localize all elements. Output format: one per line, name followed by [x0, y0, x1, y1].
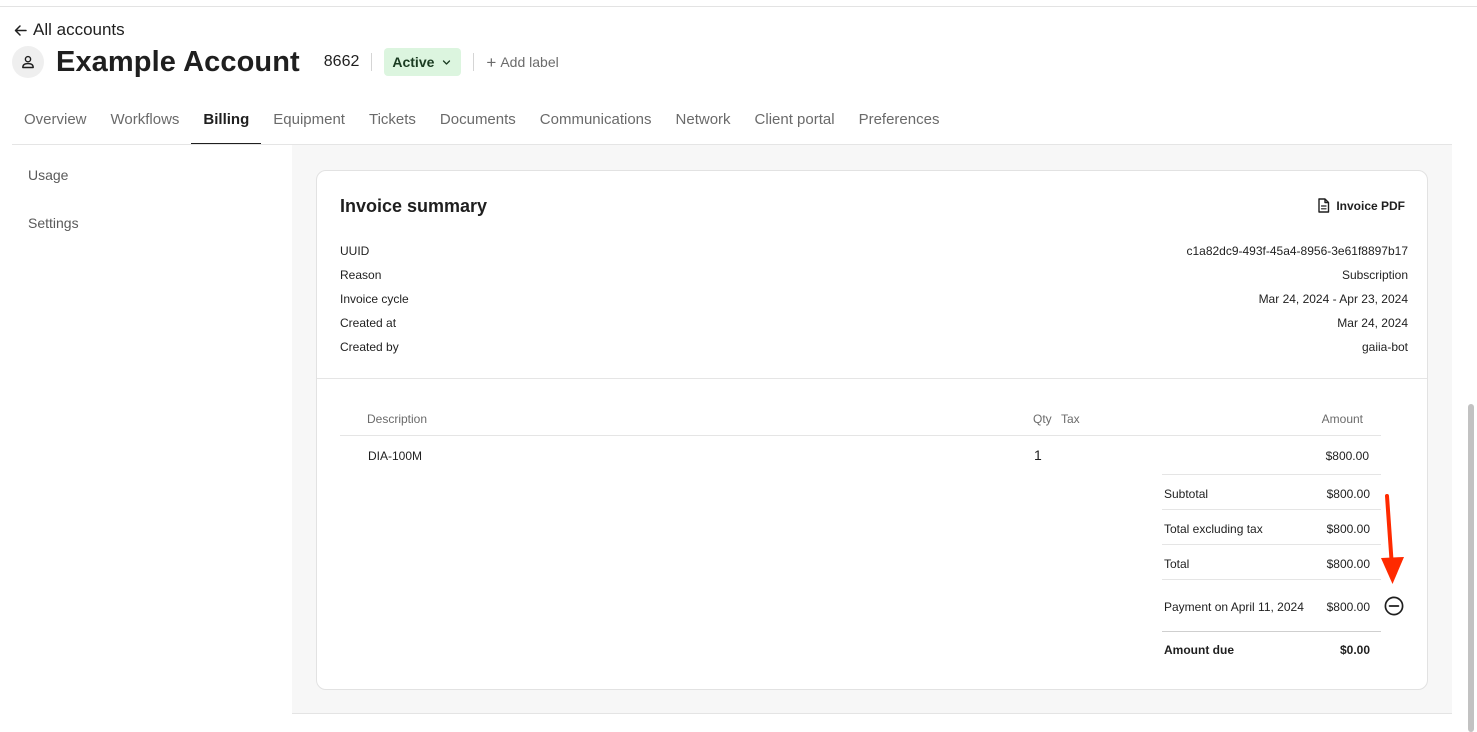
arrow-left-icon — [14, 24, 27, 36]
payment-value: $800.00 — [1326, 600, 1370, 614]
tab-client-portal[interactable]: Client portal — [743, 100, 847, 145]
column-header-qty: Qty — [1033, 412, 1052, 426]
meta-value: c1a82dc9-493f-45a4-8956-3e61f8897b17 — [1186, 244, 1408, 258]
meta-value: gaiia-bot — [1361, 340, 1408, 354]
total-label: Total — [1164, 557, 1190, 571]
column-header-tax: Tax — [1061, 412, 1080, 426]
invoice-meta: UUID c1a82dc9-493f-45a4-8956-3e61f8897b1… — [340, 239, 1408, 359]
account-id: 8662 — [323, 53, 360, 70]
back-to-accounts-link[interactable]: All accounts — [14, 20, 125, 40]
total-row: Total $800.00 — [1162, 544, 1381, 579]
tab-workflows[interactable]: Workflows — [99, 100, 192, 145]
chevron-down-icon — [443, 59, 451, 65]
invoice-pdf-button[interactable]: Invoice PDF — [1317, 198, 1405, 213]
invoice-pdf-label: Invoice PDF — [1336, 198, 1405, 213]
add-label-text: Add label — [500, 54, 559, 70]
tab-tickets[interactable]: Tickets — [357, 100, 428, 145]
account-header: Example Account 8662 Active + Add label — [12, 44, 559, 80]
account-tabs: Overview Workflows Billing Equipment Tic… — [12, 100, 951, 145]
add-label-button[interactable]: + Add label — [486, 54, 558, 71]
annotation-arrow-icon — [1381, 494, 1404, 584]
meta-value: Mar 24, 2024 — [1337, 316, 1408, 330]
meta-label: Created at — [340, 316, 397, 330]
scrollbar[interactable] — [1468, 404, 1474, 732]
invoice-totals: Subtotal $800.00 Total excluding tax $80… — [1162, 474, 1381, 666]
header-divider — [371, 53, 373, 71]
amount-due-label: Amount due — [1164, 643, 1234, 657]
status-label: Active — [392, 54, 435, 70]
subtotal-value: $800.00 — [1326, 487, 1370, 501]
total-value: $800.00 — [1326, 557, 1370, 571]
tab-billing[interactable]: Billing — [191, 100, 262, 145]
minus-circle-icon[interactable] — [1384, 596, 1404, 616]
subtotal-row: Subtotal $800.00 — [1162, 474, 1381, 509]
meta-value: Subscription — [1341, 268, 1408, 282]
avatar — [12, 46, 44, 78]
meta-row-created-by: Created by gaiia-bot — [340, 335, 1408, 359]
table-row: DIA-100M 1 $800.00 — [340, 436, 1381, 474]
sidebar-item-settings[interactable]: Settings — [12, 193, 292, 241]
tab-preferences[interactable]: Preferences — [847, 100, 952, 145]
amount-due-row: Amount due $0.00 — [1162, 631, 1381, 666]
meta-label: Created by — [340, 340, 399, 354]
status-dropdown[interactable]: Active — [384, 48, 462, 76]
sidebar-item-usage[interactable]: Usage — [12, 145, 292, 193]
column-header-amount: Amount — [1321, 412, 1363, 426]
back-link-label: All accounts — [33, 20, 125, 39]
total-excluding-tax-label: Total excluding tax — [1164, 522, 1263, 536]
card-divider — [317, 378, 1427, 379]
line-items-header: Description Qty Tax Amount — [340, 404, 1381, 436]
meta-label: Reason — [340, 268, 382, 282]
payment-row: Payment on April 11, 2024 $800.00 — [1162, 579, 1381, 631]
invoice-summary-card: Invoice summary Invoice PDF UUID c1a82dc… — [316, 170, 1428, 690]
amount-due-value: $0.00 — [1339, 643, 1370, 657]
billing-content: Invoice summary Invoice PDF UUID c1a82dc… — [292, 145, 1452, 714]
tab-documents[interactable]: Documents — [428, 100, 528, 145]
meta-row-reason: Reason Subscription — [340, 263, 1408, 287]
top-divider — [0, 6, 1477, 7]
meta-row-uuid: UUID c1a82dc9-493f-45a4-8956-3e61f8897b1… — [340, 239, 1408, 263]
person-icon — [22, 55, 34, 69]
tab-overview[interactable]: Overview — [12, 100, 99, 145]
invoice-title: Invoice summary — [340, 196, 488, 216]
billing-sidebar: Usage Settings — [12, 145, 292, 241]
document-icon — [1318, 198, 1330, 213]
line-item-description: DIA-100M — [368, 449, 423, 463]
line-item-amount: $800.00 — [1325, 449, 1369, 463]
meta-label: UUID — [340, 244, 370, 258]
line-item-qty: 1 — [1034, 447, 1042, 463]
payment-label: Payment on April 11, 2024 — [1164, 600, 1304, 614]
meta-row-invoice-cycle: Invoice cycle Mar 24, 2024 - Apr 23, 202… — [340, 287, 1408, 311]
account-name: Example Account — [56, 45, 300, 78]
total-excluding-tax-value: $800.00 — [1326, 522, 1370, 536]
total-excluding-tax-row: Total excluding tax $800.00 — [1162, 509, 1381, 544]
plus-icon: + — [486, 52, 497, 72]
meta-row-created-at: Created at Mar 24, 2024 — [340, 311, 1408, 335]
tab-equipment[interactable]: Equipment — [261, 100, 357, 145]
meta-value: Mar 24, 2024 - Apr 23, 2024 — [1258, 292, 1408, 306]
header-divider-2 — [473, 53, 475, 71]
page: All accounts Example Account 8662 Active… — [0, 0, 1477, 732]
meta-label: Invoice cycle — [340, 292, 409, 306]
tab-network[interactable]: Network — [664, 100, 743, 145]
column-header-description: Description — [367, 412, 428, 426]
subtotal-label: Subtotal — [1164, 487, 1209, 501]
tab-communications[interactable]: Communications — [528, 100, 664, 145]
